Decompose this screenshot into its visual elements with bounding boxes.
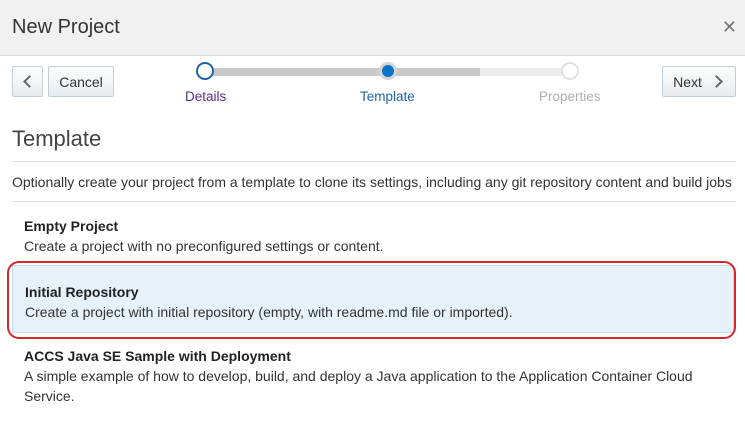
template-description: Create a project with initial repository…: [25, 304, 513, 320]
chevron-right-icon: [710, 75, 723, 88]
dialog-header: New Project ✕: [0, 0, 745, 56]
section-description: Optionally create your project from a te…: [12, 174, 732, 190]
train-segment-1: [206, 68, 388, 76]
template-name: ACCS Java SE Sample with Deployment: [24, 348, 291, 364]
section-title: Template: [12, 126, 102, 151]
template-description: A simple example of how to develop, buil…: [24, 368, 693, 404]
template-option-initial-repository[interactable]: Initial Repository Create a project with…: [12, 265, 734, 333]
step-details-label[interactable]: Details: [185, 89, 226, 104]
cancel-button[interactable]: Cancel: [48, 66, 114, 97]
back-button[interactable]: [12, 66, 43, 97]
divider: [12, 201, 736, 202]
template-option-empty-project[interactable]: Empty Project Create a project with no p…: [12, 216, 734, 260]
step-details-dot[interactable]: [196, 62, 214, 80]
step-properties-label: Properties: [539, 89, 601, 104]
train-segment-2: [388, 68, 480, 76]
template-option-accs-java-se-sample[interactable]: ACCS Java SE Sample with Deployment A si…: [12, 346, 734, 410]
template-description: Create a project with no preconfigured s…: [24, 238, 384, 254]
train-segment-3: [480, 68, 570, 76]
next-button[interactable]: Next: [662, 66, 736, 97]
chevron-left-icon: [23, 75, 36, 88]
template-name: Initial Repository: [25, 284, 139, 300]
dialog-title: New Project: [12, 16, 120, 38]
step-properties-dot: [561, 62, 579, 80]
step-template-dot[interactable]: [379, 62, 397, 80]
template-name: Empty Project: [24, 218, 119, 234]
close-icon[interactable]: ✕: [722, 18, 737, 36]
step-template-label: Template: [360, 89, 415, 104]
divider: [12, 161, 736, 162]
next-button-label: Next: [673, 73, 702, 90]
